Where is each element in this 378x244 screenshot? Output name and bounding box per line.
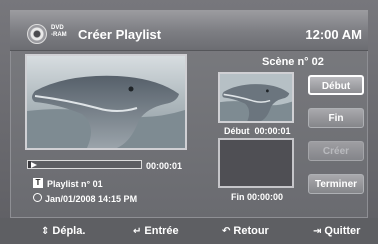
start-thumbnail [218, 72, 294, 123]
dolphin-thumbnail-image [220, 74, 292, 121]
start-time-caption: Début 00:00:01 [224, 126, 291, 136]
end-time-caption: Fin 00:00:00 [231, 192, 284, 202]
footer-move-label: Dépla. [52, 225, 86, 237]
footer-enter-label: Entrée [144, 225, 179, 237]
finish-button[interactable]: Terminer [308, 174, 364, 194]
disc-label-top: DVD [51, 25, 64, 31]
footer-back: ↶ Retour [222, 225, 269, 237]
dolphin-image [27, 56, 185, 148]
clock: 12:00 AM [305, 27, 362, 42]
play-icon [31, 162, 37, 168]
footer-move: ⇕ Dépla. [41, 225, 85, 237]
end-button[interactable]: Fin [308, 108, 364, 128]
footer-bar: ⇕ Dépla. ↵ Entrée ↶ Retour ⇥ Quitter [0, 218, 378, 244]
start-button[interactable]: Début [308, 75, 364, 95]
recording-date: Jan/01/2008 14:15 PM [45, 194, 138, 204]
exit-icon: ⇥ [313, 226, 322, 237]
up-down-arrow-icon: ⇕ [41, 226, 50, 237]
footer-enter: ↵ Entrée [133, 225, 179, 237]
disc-type-label: DVD -RAM [51, 25, 67, 39]
playback-progress-bar[interactable] [27, 160, 142, 169]
footer-back-label: Retour [233, 225, 269, 237]
disc-icon [27, 24, 47, 44]
return-icon: ↶ [222, 226, 231, 237]
scene-number: Scène n° 02 [262, 56, 324, 68]
end-thumbnail [218, 138, 294, 188]
footer-quit-label: Quitter [324, 225, 361, 237]
create-button[interactable]: Créer [308, 141, 364, 161]
clock-icon [33, 193, 42, 202]
enter-icon: ↵ [133, 226, 142, 237]
main-video-preview [25, 54, 187, 150]
disc-label-bottom: -RAM [51, 32, 67, 38]
title-badge-icon: T [33, 178, 43, 188]
dvd-recorder-screen: DVD -RAM Créer Playlist 12:00 AM Scène n… [0, 0, 378, 244]
playback-time: 00:00:01 [146, 161, 183, 171]
playlist-number: Playlist n° 01 [47, 179, 103, 189]
page-title: Créer Playlist [78, 27, 162, 42]
footer-quit: ⇥ Quitter [313, 225, 360, 237]
